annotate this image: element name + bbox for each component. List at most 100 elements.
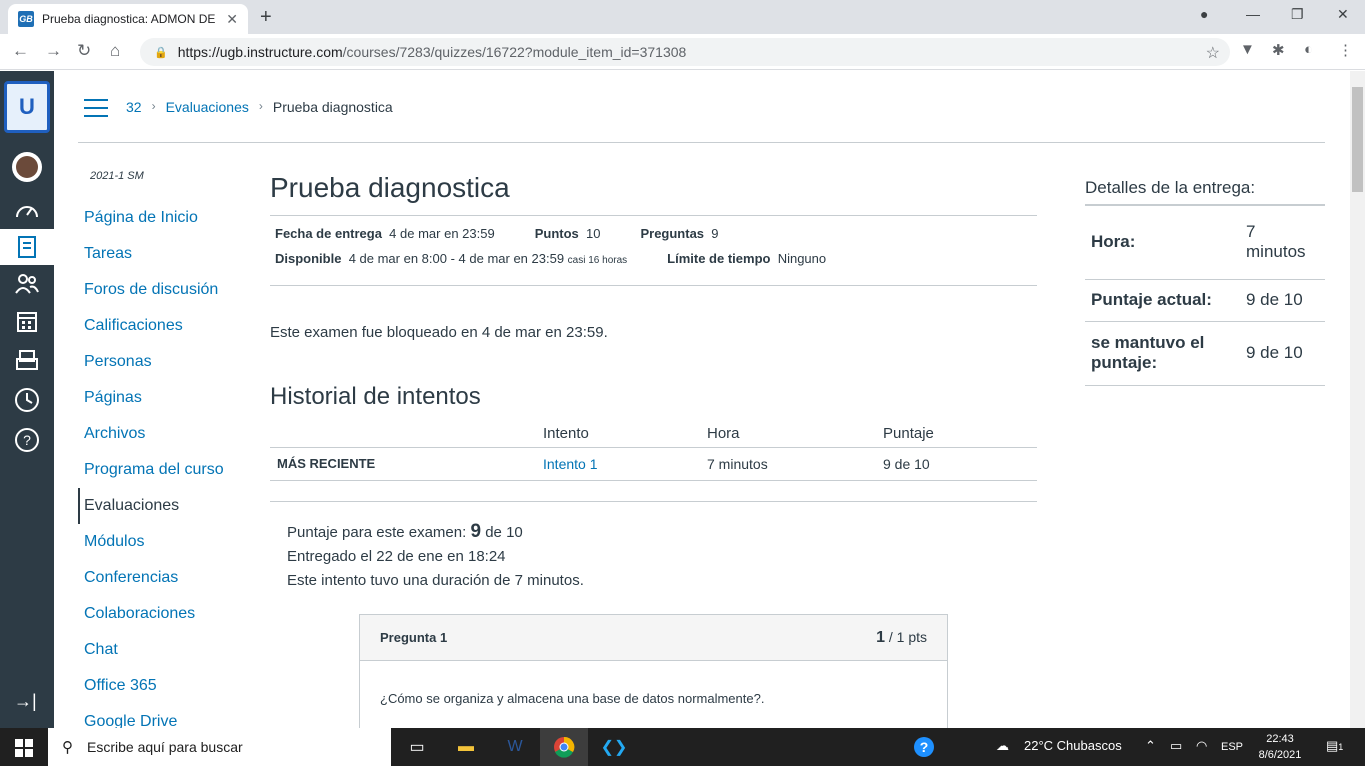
course-menu-toggle-icon[interactable] — [84, 99, 108, 123]
course-nav-item[interactable]: Páginas — [78, 380, 248, 416]
dashboard-icon[interactable] — [0, 192, 54, 228]
attempt-score: 9 de 10 — [883, 447, 1037, 481]
submission-details: Detalles de la entrega: Hora: 7 minutos P… — [1085, 178, 1325, 386]
close-tab-icon[interactable]: ✕ — [226, 11, 238, 28]
battery-icon[interactable]: ▭ — [1170, 738, 1182, 754]
weather-text[interactable]: 22°C Chubascos — [1024, 738, 1122, 753]
detail-key: se mantuvo el puntaje: — [1085, 321, 1240, 386]
browser-tabstrip: GB Prueba diagnostica: ADMON DE ✕ + ● — … — [0, 0, 1365, 34]
bookmark-star-icon[interactable]: ☆ — [1206, 43, 1220, 63]
wifi-icon[interactable]: ◠ — [1196, 738, 1207, 754]
back-icon[interactable]: ← — [12, 41, 29, 61]
question-earned: 1 — [876, 628, 885, 646]
new-tab-button[interactable]: + — [260, 6, 272, 29]
chevron-right-icon: › — [151, 99, 156, 113]
course-nav-item[interactable]: Conferencias — [78, 560, 248, 596]
course-nav-item[interactable]: Tareas — [78, 236, 248, 272]
taskbar-clock[interactable]: 22:43 8/6/2021 — [1250, 731, 1310, 763]
notification-count: 1 — [1338, 742, 1344, 752]
word-icon[interactable]: W — [491, 728, 539, 766]
profile-dropdown-icon[interactable]: ● — [1200, 6, 1208, 22]
course-term: 2021-1 SM — [90, 170, 144, 182]
course-nav-item[interactable]: Archivos — [78, 416, 248, 452]
close-window-button[interactable]: ✕ — [1337, 6, 1349, 23]
start-button[interactable] — [15, 739, 33, 757]
url-host: https://ugb.instructure.com — [177, 44, 343, 60]
task-view-icon[interactable]: ▭ — [393, 728, 441, 766]
forward-icon[interactable]: → — [45, 41, 62, 61]
attempts-table: Intento Hora Puntaje MÁS RECIENTE Intent… — [270, 421, 1037, 481]
locked-message: Este examen fue bloqueado en 4 de mar en… — [270, 324, 608, 341]
restore-button[interactable]: ❐ — [1291, 6, 1304, 23]
course-nav-item[interactable]: Módulos — [78, 524, 248, 560]
breadcrumb-evaluaciones[interactable]: Evaluaciones — [166, 99, 249, 115]
svg-text:?: ? — [23, 432, 31, 448]
attempt-row-label: MÁS RECIENTE — [270, 447, 543, 481]
quiz-main: Prueba diagnostica Fecha de entrega 4 de… — [270, 160, 1037, 744]
windows-taskbar: ⚲ Escribe aquí para buscar ▭ ▬ W ❮❯ ? ☁ … — [0, 728, 1365, 766]
course-nav-item[interactable]: Calificaciones — [78, 308, 248, 344]
calendar-icon[interactable] — [0, 303, 54, 339]
extensions-puzzle-icon[interactable]: ✱ — [1272, 41, 1285, 59]
global-navigation: U ? →| — [0, 71, 54, 728]
table-header: Hora — [707, 421, 883, 448]
page-scrollbar[interactable] — [1350, 71, 1365, 728]
table-row: se mantuvo el puntaje: 9 de 10 — [1085, 321, 1325, 386]
menu-kebab-icon[interactable]: ⋮ — [1338, 41, 1353, 59]
collapse-nav-icon[interactable]: →| — [14, 691, 37, 712]
home-icon[interactable]: ⌂ — [110, 41, 120, 61]
help-tray-icon[interactable]: ? — [900, 728, 948, 766]
score-value: 9 — [470, 520, 482, 542]
institution-logo[interactable]: U — [4, 81, 50, 133]
tray-chevron-icon[interactable]: ⌃ — [1145, 738, 1156, 754]
question-label: Pregunta 1 — [380, 630, 448, 645]
notifications-icon[interactable]: ▤1 — [1326, 738, 1343, 754]
course-nav-item[interactable]: Office 365 — [78, 668, 248, 704]
vscode-icon[interactable]: ❮❯ — [590, 728, 638, 766]
course-nav-item[interactable]: Programa del curso — [78, 452, 248, 488]
url-path: /courses/7283/quizzes/16722?module_item_… — [342, 44, 687, 60]
help-icon[interactable]: ? — [0, 422, 54, 458]
table-header: Puntaje — [883, 421, 1037, 448]
scrollbar-thumb[interactable] — [1352, 87, 1363, 192]
submitted-text: Entregado el 22 de ene en 18:24 — [287, 547, 506, 565]
language-indicator[interactable]: ESP — [1221, 741, 1243, 753]
taskbar-search[interactable]: ⚲ Escribe aquí para buscar — [48, 728, 391, 766]
account-avatar[interactable] — [0, 149, 54, 185]
clock-date: 8/6/2021 — [1258, 749, 1302, 761]
minimize-button[interactable]: — — [1246, 6, 1260, 22]
courses-icon[interactable] — [0, 229, 54, 265]
course-nav-item-active[interactable]: Evaluaciones — [78, 488, 248, 524]
inbox-icon[interactable] — [0, 342, 54, 378]
detail-value: 9 de 10 — [1240, 321, 1325, 386]
address-bar[interactable]: 🔒 https://ugb.instructure.com/courses/72… — [140, 38, 1230, 66]
profile-avatar-icon[interactable]: ◐ — [1304, 41, 1313, 58]
detail-value: 7 minutos — [1240, 206, 1325, 280]
history-clock-icon[interactable] — [0, 382, 54, 418]
course-nav-item[interactable]: Foros de discusión — [78, 272, 248, 308]
score-suffix: de 10 — [485, 523, 523, 541]
breadcrumb-course[interactable]: 32 — [126, 99, 142, 115]
groups-icon[interactable] — [0, 266, 54, 302]
chrome-icon[interactable] — [540, 728, 588, 766]
weather-icon[interactable]: ☁ — [996, 738, 1009, 754]
time-limit-label: Límite de tiempo — [667, 251, 771, 266]
question-card: Pregunta 1 1 / 1 pts ¿Cómo se organiza y… — [359, 614, 948, 744]
available-label: Disponible — [275, 251, 342, 266]
search-placeholder: Escribe aquí para buscar — [87, 739, 243, 755]
reload-icon[interactable]: ↻ — [77, 41, 91, 61]
divider — [270, 500, 1037, 502]
attempt-link[interactable]: Intento 1 — [543, 447, 707, 481]
quiz-meta: Fecha de entrega 4 de mar en 23:59 Punto… — [270, 216, 1037, 286]
lock-icon[interactable]: 🔒 — [154, 46, 168, 59]
course-nav-item[interactable]: Chat — [78, 632, 248, 668]
extension-v-icon[interactable]: ▼ — [1240, 41, 1255, 58]
course-nav-item[interactable]: Colaboraciones — [78, 596, 248, 632]
course-nav-item[interactable]: Página de Inicio — [78, 200, 248, 236]
page-title: Prueba diagnostica — [270, 172, 1037, 216]
duration-text: Este intento tuvo una duración de 7 minu… — [287, 571, 584, 589]
file-explorer-icon[interactable]: ▬ — [442, 728, 490, 766]
browser-tab[interactable]: GB Prueba diagnostica: ADMON DE ✕ — [8, 4, 248, 34]
course-nav-item[interactable]: Personas — [78, 344, 248, 380]
browser-toolbar: ← → ↻ ⌂ 🔒 https://ugb.instructure.com/co… — [0, 34, 1365, 70]
